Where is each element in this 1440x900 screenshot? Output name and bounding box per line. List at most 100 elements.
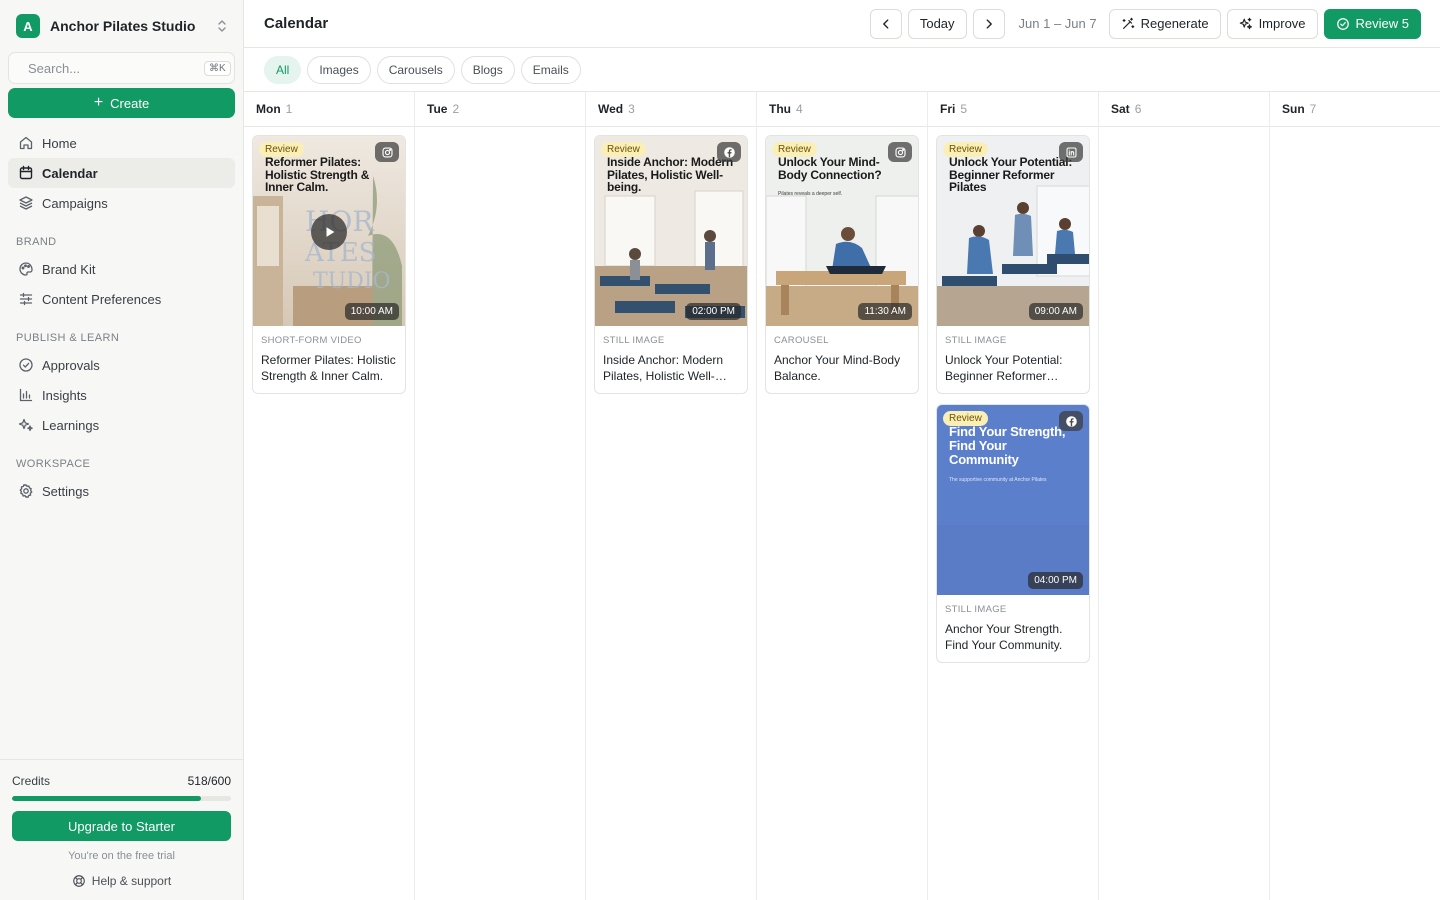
- day-name: Wed: [598, 102, 624, 116]
- sidebar-item-label: Settings: [42, 483, 89, 499]
- platform-badge: [1059, 142, 1083, 162]
- day-column-sat[interactable]: Sat 6: [1099, 92, 1270, 900]
- day-number: 1: [285, 102, 293, 116]
- layers-icon: [18, 195, 34, 211]
- day-number: 5: [960, 102, 968, 116]
- calendar-icon: [18, 165, 34, 181]
- filter-chip-carousels[interactable]: Carousels: [376, 55, 455, 84]
- sidebar-item-home[interactable]: Home: [8, 128, 235, 158]
- post-meta: STILL IMAGE Inside Anchor: Modern Pilates…: [595, 326, 747, 393]
- post-thumbnail: Inside Anchor: Modern Pilates, Holistic …: [595, 136, 747, 326]
- post-image-headline: Inside Anchor: Modern Pilates, Holistic …: [607, 155, 734, 194]
- sidebar-item-insights[interactable]: Insights: [8, 380, 235, 410]
- post-type: STILL IMAGE: [945, 604, 1007, 615]
- regenerate-button[interactable]: Regenerate: [1108, 8, 1221, 39]
- prev-week-button[interactable]: [869, 8, 902, 39]
- instagram-icon: [894, 146, 907, 159]
- day-column-sun[interactable]: Sun 7: [1270, 92, 1440, 900]
- week-calendar: Mon 1 HORATESTUDIOReformer Pilates: Holist…: [244, 92, 1440, 900]
- review-button[interactable]: Review 5: [1323, 8, 1421, 39]
- post-image-subline: The supportive community at Anchor Pilat…: [949, 477, 1047, 483]
- day-name: Mon: [256, 102, 281, 116]
- home-icon: [18, 135, 34, 151]
- filter-chip-images[interactable]: Images: [307, 55, 371, 84]
- sidebar-item-brand-kit[interactable]: Brand Kit: [8, 254, 235, 284]
- day-header: Mon 1: [244, 92, 414, 127]
- sliders-icon: [18, 291, 34, 307]
- day-number: 4: [796, 102, 803, 116]
- magic-wand-icon: [1122, 17, 1134, 29]
- post-thumbnail: Unlock Your Potential: Beginner Reformer…: [937, 136, 1089, 326]
- today-button[interactable]: Today: [907, 8, 967, 39]
- post-card[interactable]: Inside Anchor: Modern Pilates, Holistic …: [594, 135, 748, 394]
- facebook-icon: [1065, 415, 1078, 428]
- day-column-tue[interactable]: Tue 2: [415, 92, 586, 900]
- post-thumbnail: Unlock Your Mind-Body Connection? Pilates…: [766, 136, 918, 326]
- day-header: Sun 7: [1270, 92, 1440, 127]
- day-number: 2: [452, 102, 460, 116]
- play-button[interactable]: [311, 214, 347, 250]
- search-box: ⌘K: [8, 52, 235, 84]
- post-card[interactable]: Find Your Strength, Find Your Community T…: [936, 404, 1090, 663]
- sidebar-item-calendar[interactable]: Calendar: [8, 158, 235, 188]
- filter-chip-emails[interactable]: Emails: [520, 55, 581, 84]
- next-week-button[interactable]: [972, 8, 1005, 39]
- post-card[interactable]: Unlock Your Mind-Body Connection? Pilates…: [765, 135, 919, 394]
- day-number: 3: [628, 102, 635, 116]
- improve-button[interactable]: Improve: [1226, 8, 1318, 39]
- day-body: [1099, 127, 1269, 143]
- sidebar-item-label: Insights: [42, 387, 87, 403]
- platform-badge: [717, 142, 741, 162]
- sidebar-item-learnings[interactable]: Learnings: [8, 410, 235, 440]
- search-input[interactable]: [28, 60, 204, 76]
- post-type: STILL IMAGE: [945, 335, 1007, 346]
- create-button[interactable]: + Create: [8, 88, 235, 118]
- filter-chip-blogs[interactable]: Blogs: [460, 55, 515, 84]
- filter-chip-all[interactable]: All: [264, 55, 302, 84]
- post-image-headline: Find Your Strength, Find Your Community: [949, 424, 1066, 467]
- upgrade-button[interactable]: Upgrade to Starter: [12, 811, 231, 841]
- post-title: Anchor Your Strength. Find Your Communit…: [945, 622, 1063, 652]
- day-name: Fri: [940, 102, 956, 116]
- post-time: 09:00 AM: [1028, 303, 1083, 320]
- day-body: [1270, 127, 1440, 143]
- sidebar-item-approvals[interactable]: Approvals: [8, 350, 235, 380]
- date-range: Jun 1 – Jun 7: [1018, 16, 1097, 31]
- day-column-fri[interactable]: Fri 5 Unlock Your Potential: Beginner Refo…: [928, 92, 1099, 900]
- day-column-mon[interactable]: Mon 1 HORATESTUDIOReformer Pilates: Holist…: [244, 92, 415, 900]
- day-column-thu[interactable]: Thu 4 Unlock Your Mind-Body Connection? Pil…: [757, 92, 928, 900]
- sidebar-item-label: Content Preferences: [42, 291, 162, 307]
- play-icon: [326, 227, 335, 237]
- post-card[interactable]: HORATESTUDIOReformer Pilates: Holistic S…: [252, 135, 406, 394]
- sidebar-item-settings[interactable]: Settings: [8, 476, 235, 506]
- day-header: Thu 4: [757, 92, 927, 127]
- nav-publish: Approvals Insights Learnings: [0, 350, 243, 440]
- sidebar-item-label: Home: [42, 135, 77, 151]
- top-bar-actions: Today Jun 1 – Jun 7 Regenerate Improve R…: [869, 8, 1421, 39]
- workspace-switcher[interactable]: A Anchor Pilates Studio: [0, 0, 243, 52]
- main-content: Calendar Today Jun 1 – Jun 7 Regenerate …: [244, 0, 1440, 900]
- workspace-name: Anchor Pilates Studio: [50, 18, 196, 34]
- post-time: 02:00 PM: [686, 303, 741, 320]
- svg-text:TUDIO: TUDIO: [313, 269, 391, 294]
- post-card[interactable]: Unlock Your Potential: Beginner Reformer…: [936, 135, 1090, 394]
- sidebar-item-label: Calendar: [42, 165, 98, 181]
- check-circle-icon: [18, 357, 34, 373]
- post-type: SHORT-FORM VIDEO: [261, 335, 362, 346]
- credits-value: 518/600: [187, 774, 231, 788]
- day-header: Sat 6: [1099, 92, 1269, 127]
- help-support-link[interactable]: Help & support: [12, 874, 231, 888]
- sidebar-item-campaigns[interactable]: Campaigns: [8, 188, 235, 218]
- day-column-wed[interactable]: Wed 3 Inside Anchor: Modern Pilates, Holis…: [586, 92, 757, 900]
- search-shortcut: ⌘K: [204, 60, 231, 76]
- day-number: 6: [1134, 102, 1142, 116]
- day-body: [415, 127, 585, 143]
- sidebar-item-label: Approvals: [42, 357, 100, 373]
- sidebar-item-content-preferences[interactable]: Content Preferences: [8, 284, 235, 314]
- day-body: Unlock Your Mind-Body Connection? Pilates…: [757, 127, 927, 402]
- day-header: Wed 3: [586, 92, 756, 127]
- review-badge: Review: [772, 142, 817, 157]
- post-time: 10:00 AM: [344, 303, 399, 320]
- section-label-brand: BRAND: [16, 236, 57, 248]
- top-bar: Calendar Today Jun 1 – Jun 7 Regenerate …: [244, 0, 1440, 48]
